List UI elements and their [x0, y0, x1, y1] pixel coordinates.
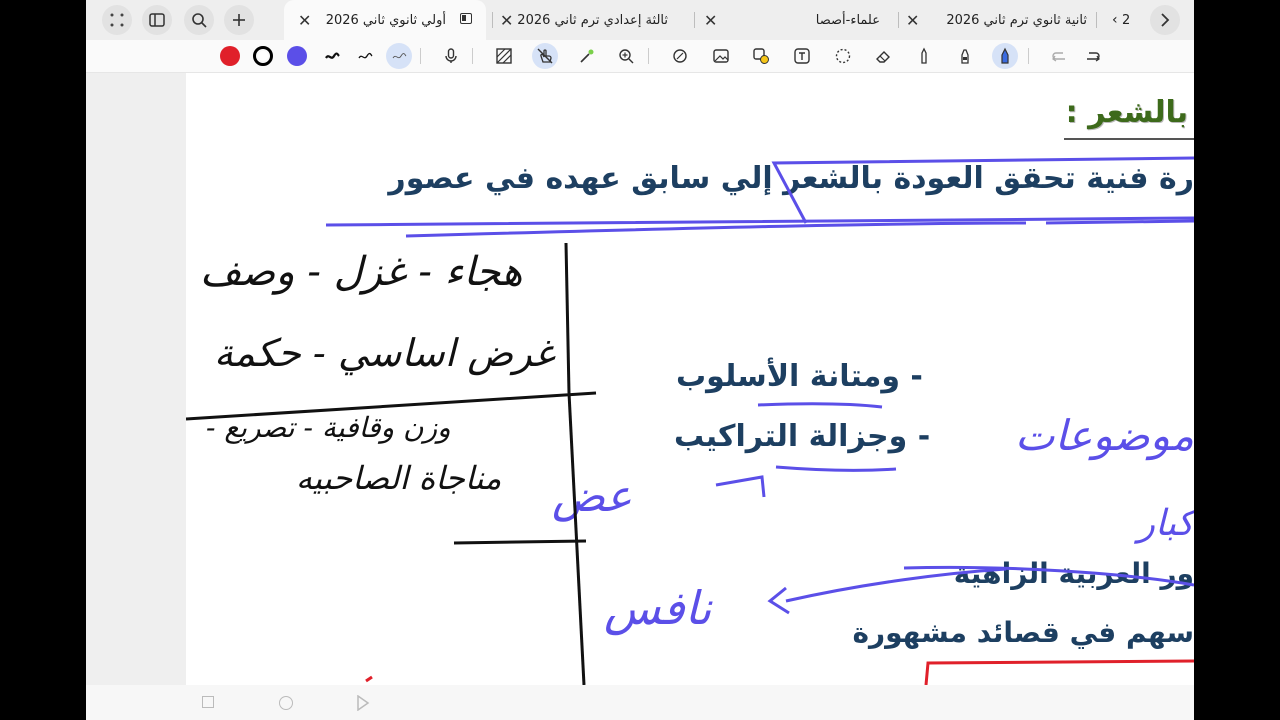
ink-table-line [186, 391, 597, 421]
sidebar-toggle-button[interactable] [142, 5, 172, 35]
sticker-icon [753, 48, 769, 64]
shape-button[interactable] [667, 43, 693, 69]
highlighter-pen-icon [1001, 47, 1009, 64]
redo-icon [1087, 52, 1100, 62]
lasso-button[interactable] [830, 43, 856, 69]
toolbar-divider [648, 48, 649, 64]
plus-icon [233, 14, 245, 26]
redo-button[interactable] [1080, 43, 1106, 69]
stroke-medium-icon [358, 52, 373, 59]
app-window: ✕ أولي ثانوي ثاني 2026 ✕ ثالثة إعدادي تر… [86, 0, 1194, 720]
tab[interactable]: ✕ ثالثة إعدادي ترم ثاني 2026 [496, 0, 686, 40]
tab[interactable]: ✕ ثانية ثانوي ترم ثاني 2026 [902, 0, 1092, 40]
toolbar-divider [1028, 48, 1029, 64]
close-tab-icon[interactable]: ✕ [500, 11, 513, 30]
home-button[interactable] [279, 696, 293, 710]
laser-button[interactable] [574, 43, 600, 69]
stroke-thick-icon [325, 52, 340, 59]
zoom-icon [619, 49, 634, 64]
texture-icon [496, 48, 512, 64]
canvas-gutter [86, 73, 186, 685]
eraser-button[interactable] [870, 43, 896, 69]
marker-icon [961, 49, 969, 64]
ink-box-stroke [771, 156, 1194, 224]
apps-grid-button[interactable] [102, 5, 132, 35]
ink-arrow-stroke [785, 567, 1007, 603]
pencil-button[interactable] [911, 43, 937, 69]
mic-icon [445, 48, 457, 63]
ink-table-line [453, 539, 587, 545]
notebook-icon [460, 13, 472, 24]
voice-button[interactable] [438, 43, 464, 69]
texture-button[interactable] [491, 43, 517, 69]
undo-button[interactable] [1046, 43, 1072, 69]
color-blue-swatch[interactable] [287, 46, 307, 66]
zoom-button[interactable] [613, 43, 639, 69]
stroke-thin-icon [392, 53, 407, 59]
sticker-button[interactable] [748, 43, 774, 69]
search-icon [192, 13, 207, 28]
tab-divider [1096, 12, 1097, 28]
ink-stroke [715, 475, 766, 498]
toolbar-divider [472, 48, 473, 64]
tab-label: ثانية ثانوي ترم ثاني 2026 [946, 12, 1087, 28]
text-button[interactable] [789, 43, 815, 69]
tab-label: علماء-أصصا [815, 12, 880, 28]
new-tab-button[interactable] [224, 5, 254, 35]
highlighter-button[interactable] [992, 43, 1018, 69]
marker-button[interactable] [952, 43, 978, 69]
ink-strike-stroke [903, 565, 1194, 587]
toolbar-divider [420, 48, 421, 64]
tab-divider [694, 12, 695, 28]
stroke-thick-button[interactable] [319, 43, 345, 69]
touch-disabled-icon [537, 48, 553, 64]
image-icon [713, 49, 729, 63]
ink-layer [186, 156, 1194, 685]
close-tab-icon[interactable]: ✕ [704, 11, 717, 30]
ink-underline-stroke [775, 465, 897, 472]
chevron-left-small-icon: ‹ [1112, 12, 1118, 28]
annotation-toolbar [86, 40, 1194, 73]
ink-underline-stroke [757, 402, 883, 409]
tab-bar: ✕ أولي ثانوي ثاني 2026 ✕ ثالثة إعدادي تر… [86, 0, 1194, 40]
ink-red-stroke [924, 659, 1194, 685]
tab[interactable]: ✕ علماء-أصصا [698, 0, 894, 40]
ink-red-stroke [365, 675, 373, 683]
stroke-thin-button[interactable] [386, 43, 412, 69]
close-tab-icon[interactable]: ✕ [906, 11, 919, 30]
tab-divider [898, 12, 899, 28]
tabs-scroll-button[interactable] [1150, 5, 1180, 35]
laser-icon [580, 49, 594, 63]
stroke-medium-button[interactable] [352, 43, 378, 69]
close-tab-icon[interactable]: ✕ [298, 11, 311, 30]
tab-active[interactable]: ✕ أولي ثانوي ثاني 2026 [284, 0, 486, 40]
pencil-icon [921, 47, 927, 64]
ink-table-line [567, 392, 586, 685]
lasso-icon [835, 48, 851, 64]
tab-label: ثالثة إعدادي ترم ثاني 2026 [517, 12, 668, 28]
tab-count-label: 2 [1122, 12, 1131, 28]
ink-underline-stroke [1045, 219, 1194, 225]
shape-icon [673, 49, 687, 63]
color-black-swatch[interactable] [253, 46, 273, 66]
recents-button[interactable] [202, 696, 214, 708]
back-button[interactable] [356, 695, 370, 711]
text-icon [794, 48, 810, 64]
tab-count[interactable]: 2 ‹ [1106, 0, 1136, 40]
undo-icon [1052, 52, 1065, 62]
grid-icon [110, 13, 124, 27]
touch-draw-toggle[interactable] [532, 43, 558, 69]
notebook-page[interactable]: بالشعر : رة فنية تحقق العودة بالشعر إلي … [186, 73, 1194, 685]
system-navigation-bar [86, 685, 1194, 720]
chevron-right-icon [1161, 13, 1170, 27]
eraser-icon [876, 51, 890, 63]
sidebar-icon [149, 13, 165, 27]
tab-divider [492, 12, 493, 28]
color-red-swatch[interactable] [220, 46, 240, 66]
ink-table-line [564, 242, 571, 394]
tab-label: أولي ثانوي ثاني 2026 [325, 12, 446, 28]
search-button[interactable] [184, 5, 214, 35]
image-button[interactable] [708, 43, 734, 69]
